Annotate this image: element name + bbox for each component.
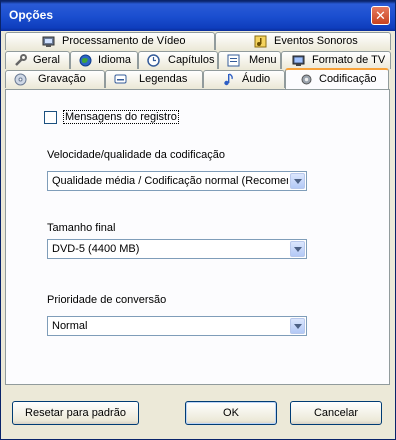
chevron-down-icon[interactable] (290, 318, 305, 334)
music-note-icon (224, 73, 233, 86)
priority-label: Prioridade de conversão (47, 294, 167, 306)
tab-language[interactable]: Idioma (70, 51, 138, 69)
tab-label: Capítulos (168, 54, 215, 66)
tab-label: Gravação (38, 73, 86, 85)
tab-sound-events[interactable]: Eventos Sonoros (215, 32, 391, 50)
size-label: Tamanho final (47, 222, 116, 234)
close-button[interactable]: ✕ (371, 6, 390, 25)
window-title: Opções (9, 8, 54, 22)
tab-menu[interactable]: Menu (218, 51, 281, 69)
tab-tv-format[interactable]: Formato de TV (281, 51, 391, 69)
speed-quality-value: Qualidade média / Codificação normal (Re… (52, 175, 288, 187)
tab-label: Codificação (319, 73, 377, 85)
priority-select[interactable]: Normal (47, 316, 307, 336)
tab-general[interactable]: Geral (5, 51, 70, 69)
tv-icon (292, 55, 305, 66)
log-messages-label[interactable]: Mensagens do registro (63, 110, 179, 124)
sound-events-icon (254, 35, 267, 48)
tab-label: Processamento de Vídeo (62, 35, 186, 47)
priority-value: Normal (52, 320, 88, 332)
chevron-down-icon[interactable] (290, 241, 305, 257)
subtitles-icon (114, 74, 127, 84)
tab-chapters[interactable]: Capítulos (138, 51, 218, 69)
tab-label: Legendas (139, 73, 188, 85)
tab-label: Geral (33, 54, 60, 66)
log-messages-checkbox[interactable] (44, 111, 57, 124)
tab-audio[interactable]: Áudio (203, 70, 285, 88)
chevron-down-icon[interactable] (290, 173, 305, 189)
gear-icon (301, 74, 312, 85)
video-processing-icon (42, 36, 55, 47)
final-size-select[interactable]: DVD-5 (4400 MB) (47, 239, 307, 259)
close-icon: ✕ (375, 9, 386, 24)
title-bar[interactable]: Opções ✕ (1, 1, 395, 31)
reset-defaults-button[interactable]: Resetar para padrão (12, 401, 139, 425)
globe-icon (79, 54, 92, 67)
final-size-value: DVD-5 (4400 MB) (52, 243, 140, 255)
wrench-icon (15, 54, 27, 66)
tab-label: Áudio (242, 73, 271, 85)
ok-button[interactable]: OK (185, 401, 277, 425)
tab-recording[interactable]: Gravação (5, 70, 105, 88)
tab-video-processing[interactable]: Processamento de Vídeo (5, 32, 215, 50)
options-dialog: Opções ✕ Processamento de Vídeo Eventos … (0, 0, 396, 440)
clock-icon (147, 54, 160, 67)
cancel-button[interactable]: Cancelar (290, 401, 382, 425)
tab-encoding[interactable]: Codificação (285, 68, 389, 89)
speed-quality-select[interactable]: Qualidade média / Codificação normal (Re… (47, 171, 307, 191)
menu-icon (227, 54, 240, 67)
speed-label: Velocidade/qualidade da codificação (47, 149, 225, 161)
tab-subtitles[interactable]: Legendas (105, 70, 203, 88)
tab-label: Menu (249, 54, 277, 66)
disc-icon (14, 73, 27, 86)
tab-label: Formato de TV (312, 54, 386, 66)
encoding-panel (5, 89, 390, 385)
tab-label: Idioma (98, 54, 132, 66)
tab-label: Eventos Sonoros (274, 35, 358, 47)
